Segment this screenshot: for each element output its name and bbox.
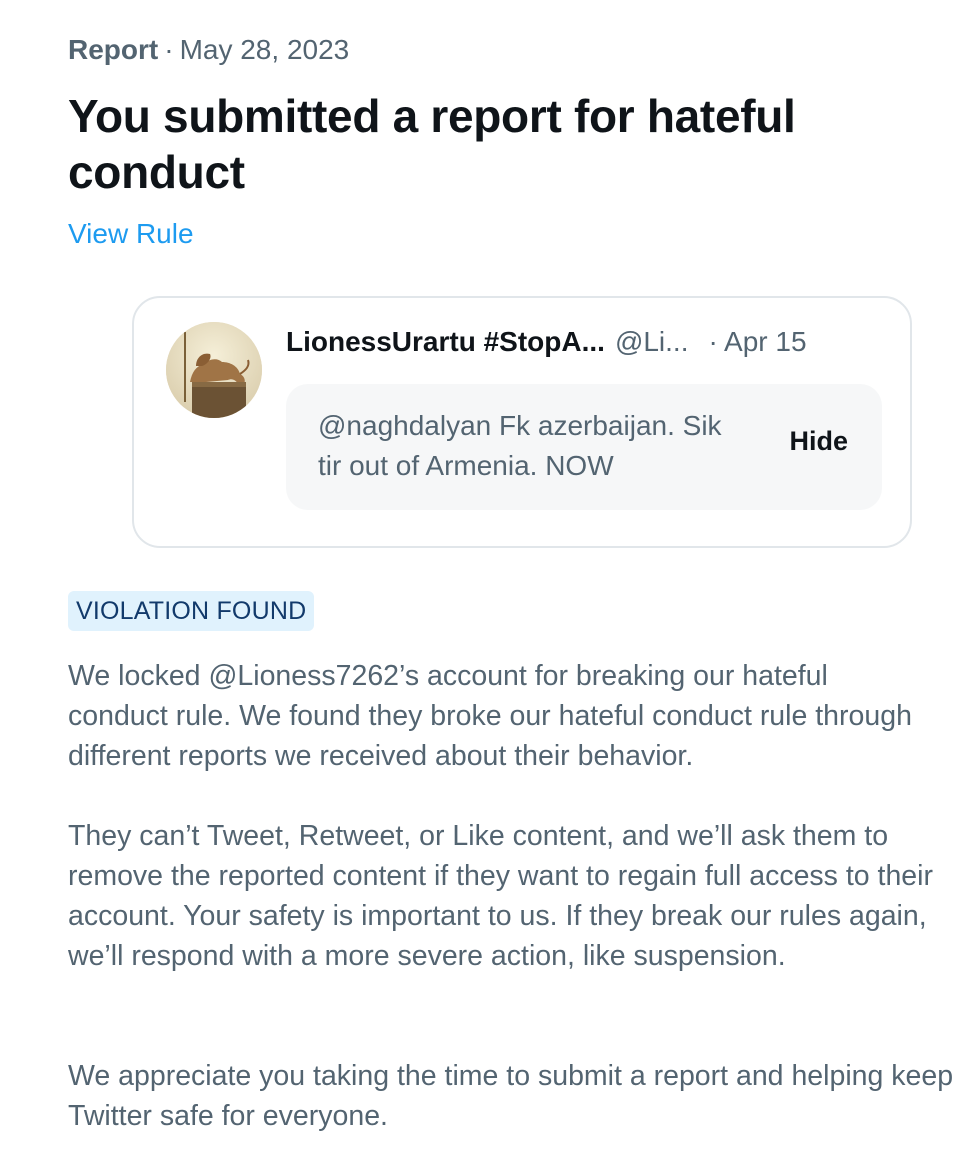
hide-button[interactable]: Hide <box>789 426 848 457</box>
thanks-paragraph: We appreciate you taking the time to sub… <box>68 1060 954 1132</box>
report-date: May 28, 2023 <box>179 34 350 65</box>
view-rule-link[interactable]: View Rule <box>68 218 194 250</box>
report-meta: Report · May 28, 2023 <box>68 34 349 66</box>
lion-statue-avatar-icon <box>166 322 262 418</box>
page-title: You submitted a report for hateful condu… <box>68 90 796 198</box>
report-kind: Report <box>68 34 159 65</box>
meta-separator: · <box>164 34 174 65</box>
result-paragraph: We locked @Lioness7262’s account for bre… <box>68 660 912 772</box>
tweet-date[interactable]: · Apr 15 <box>709 326 807 357</box>
tweet-text: @naghdalyan Fk azerbaijan. Sik tir out o… <box>318 410 722 481</box>
reported-tweet-card[interactable]: LionessUrartu #StopA... @Li... · Apr 15 @n… <box>132 296 912 548</box>
restriction-paragraph: They can’t Tweet, Retweet, or Like conte… <box>68 820 933 972</box>
avatar[interactable] <box>166 322 262 418</box>
tweet-handle[interactable]: @Li... <box>615 326 689 357</box>
reported-tweet-content: @naghdalyan Fk azerbaijan. Sik tir out o… <box>286 384 882 510</box>
tweet-display-name[interactable]: LionessUrartu #StopA... <box>286 326 605 357</box>
tweet-header: LionessUrartu #StopA... @Li... · Apr 15 <box>286 326 807 358</box>
status-badge: VIOLATION FOUND <box>68 591 315 631</box>
